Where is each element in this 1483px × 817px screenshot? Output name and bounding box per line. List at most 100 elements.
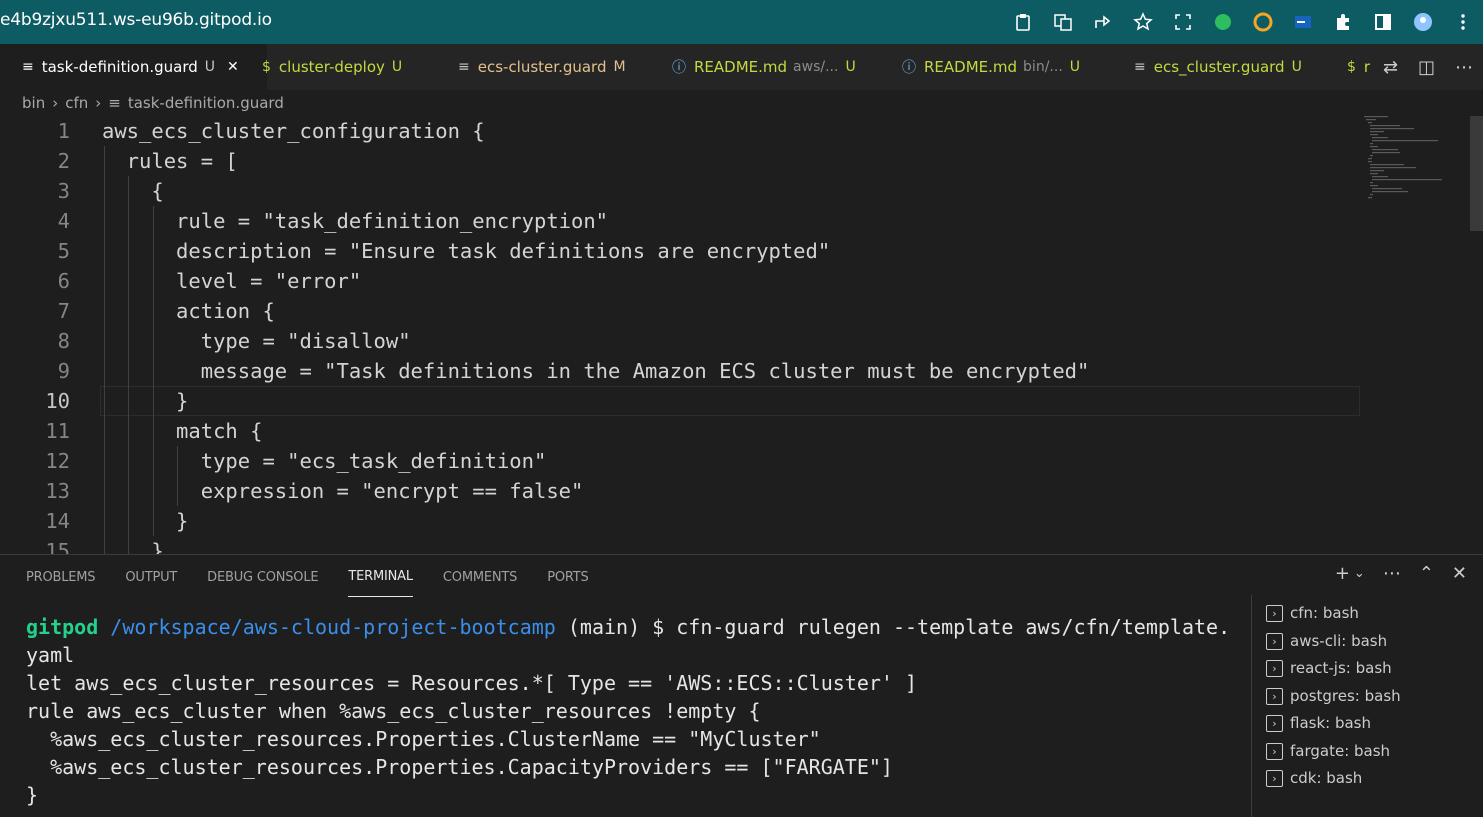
git-status-badge: U <box>845 59 856 75</box>
close-icon[interactable]: ✕ <box>227 59 239 75</box>
more-actions-icon[interactable]: ⋯ <box>1455 57 1473 78</box>
clipboard-icon[interactable] <box>1003 0 1043 44</box>
git-status-badge: M <box>613 59 626 75</box>
tab-label: ecs-cluster.guard <box>477 58 607 76</box>
code-line: 6 level = "error" <box>57 269 362 293</box>
close-panel-icon[interactable]: ✕ <box>1452 563 1467 584</box>
browser-menu-icon[interactable] <box>1443 0 1483 44</box>
terminal-item[interactable]: › aws-cli: bash <box>1266 629 1387 653</box>
prompt-path: /workspace/aws-cloud-project-bootcamp <box>110 615 556 639</box>
side-panel-icon[interactable] <box>1363 0 1403 44</box>
code-line: 4 rule = "task_definition_encryption" <box>57 209 609 233</box>
code-line: 7 action { <box>57 299 275 323</box>
tab-overflow[interactable]: $ r <box>1347 44 1373 90</box>
new-terminal-plus-icon[interactable]: + <box>1335 563 1350 584</box>
tab-cluster-deploy[interactable]: $ cluster-deploy U <box>262 44 432 90</box>
editor-tab-bar: ≡ task-definition.guard U ✕ $ cluster-de… <box>0 44 1483 90</box>
compare-changes-icon[interactable]: ⇄ <box>1383 57 1398 78</box>
file-lines-icon: ≡ <box>1134 59 1146 75</box>
tab-label: task-definition.guard <box>41 58 198 76</box>
terminal-icon: › <box>1266 632 1283 650</box>
chevron-down-icon[interactable]: ⌄ <box>1354 566 1365 581</box>
tab-ecs-cluster-guard-underscore[interactable]: ≡ ecs_cluster.guard U <box>1134 44 1324 90</box>
terminal-line: } <box>26 783 39 807</box>
tab-detail: bin/... <box>1023 59 1063 75</box>
git-status-badge: U <box>1291 59 1302 75</box>
grammarly-icon[interactable] <box>1243 0 1283 44</box>
share-icon[interactable] <box>1083 0 1123 44</box>
tab-output[interactable]: OUTPUT <box>125 555 177 599</box>
breadcrumb: bin › cfn › ≡ task-definition.guard <box>22 94 284 112</box>
chevron-right-icon: › <box>95 94 102 112</box>
more-actions-icon[interactable]: ⋯ <box>1383 563 1401 584</box>
terminal-icon: › <box>1266 659 1283 677</box>
tab-label: cluster-deploy <box>278 58 385 76</box>
tab-task-definition-guard[interactable]: ≡ task-definition.guard U ✕ <box>0 44 267 90</box>
tab-label: README.md <box>924 58 1018 76</box>
maximize-panel-icon[interactable]: ⌃ <box>1419 563 1434 584</box>
code-line: 2 rules = [ <box>57 149 238 173</box>
scrollbar-thumb[interactable] <box>1470 116 1483 231</box>
tab-problems[interactable]: PROBLEMS <box>26 555 96 599</box>
breadcrumb-item[interactable]: cfn <box>65 94 88 112</box>
terminal-item[interactable]: › flask: bash <box>1266 711 1371 735</box>
browser-toolbar: e4b9zjxu511.ws-eu96b.gitpod.io <box>0 0 1483 44</box>
terminal-extension-icon[interactable] <box>1283 0 1323 44</box>
code-editor[interactable]: 1 aws_ecs_cluster_configuration { 2 rules… <box>0 116 1470 554</box>
code-line: 1 aws_ecs_cluster_configuration { <box>57 119 485 143</box>
extensions-puzzle-icon[interactable] <box>1323 0 1363 44</box>
prompt-user: gitpod <box>26 615 99 639</box>
terminal-line: yaml <box>26 643 75 667</box>
git-status-badge: U <box>204 59 215 75</box>
profile-avatar-icon[interactable] <box>1403 0 1443 44</box>
terminal-line: %aws_ecs_cluster_resources.Properties.Ca… <box>26 755 893 779</box>
code-line: 3 { <box>57 179 164 203</box>
terminal-item[interactable]: › fargate: bash <box>1266 739 1390 763</box>
tab-comments[interactable]: COMMENTS <box>443 555 517 599</box>
editor-scrollbar[interactable] <box>1470 116 1483 554</box>
terminal-item[interactable]: › postgres: bash <box>1266 684 1401 708</box>
code-line: 11 match { <box>45 419 263 443</box>
breadcrumb-item[interactable]: bin <box>22 94 45 112</box>
tab-label: r <box>1363 58 1371 76</box>
tab-readme-bin[interactable]: ⓘ README.md bin/... U <box>902 44 1112 90</box>
code-line-current: 10 } <box>45 389 189 413</box>
terminal-icon: › <box>1266 604 1283 622</box>
bottom-panel: PROBLEMS OUTPUT DEBUG CONSOLE TERMINAL C… <box>0 554 1483 817</box>
tab-terminal[interactable]: TERMINAL <box>348 552 413 597</box>
info-icon: ⓘ <box>902 60 916 76</box>
split-editor-icon[interactable]: ◫ <box>1418 57 1435 78</box>
tab-readme-aws[interactable]: ⓘ README.md aws/... U <box>672 44 882 90</box>
terminal-item[interactable]: › cdk: bash <box>1266 766 1362 790</box>
evernote-icon[interactable] <box>1203 0 1243 44</box>
git-status-badge: U <box>1069 59 1081 75</box>
tab-ecs-cluster-guard[interactable]: ≡ ecs-cluster.guard M <box>458 44 653 90</box>
shell-dollar-icon: $ <box>1347 59 1356 75</box>
file-lines-icon: ≡ <box>108 94 121 112</box>
minimap[interactable] <box>1362 116 1457 216</box>
terminal-line: rule aws_ecs_cluster when %aws_ecs_clust… <box>26 699 761 723</box>
code-line: 14 } <box>45 509 189 533</box>
tab-ports[interactable]: PORTS <box>547 555 589 599</box>
terminal-item[interactable]: › cfn: bash <box>1266 601 1359 625</box>
breadcrumb-file[interactable]: task-definition.guard <box>128 94 284 112</box>
tab-debug-console[interactable]: DEBUG CONSOLE <box>207 555 318 599</box>
tab-detail: aws/... <box>793 59 839 75</box>
bookmark-star-icon[interactable] <box>1123 0 1163 44</box>
terminal-line: let aws_ecs_cluster_resources = Resource… <box>26 671 918 695</box>
translate-icon[interactable] <box>1043 0 1083 44</box>
terminal-line: %aws_ecs_cluster_resources.Properties.Cl… <box>26 727 821 751</box>
code-line: 8 type = "disallow" <box>57 329 411 353</box>
shell-dollar-icon: $ <box>262 59 271 75</box>
code-line: 5 description = "Ensure task definitions… <box>57 239 831 263</box>
terminal-item[interactable]: › react-js: bash <box>1266 656 1392 680</box>
chevron-right-icon: › <box>52 94 59 112</box>
tab-label: ecs_cluster.guard <box>1153 58 1285 76</box>
terminal-output[interactable]: gitpod /workspace/aws-cloud-project-boot… <box>26 613 1241 809</box>
terminal-icon: › <box>1266 687 1283 705</box>
address-bar[interactable]: e4b9zjxu511.ws-eu96b.gitpod.io <box>0 10 272 30</box>
prompt-command: (main) $ cfn-guard rulegen --template aw… <box>555 615 1231 639</box>
terminal-icon: › <box>1266 742 1283 760</box>
git-status-badge: U <box>391 59 403 75</box>
screenshot-icon[interactable] <box>1163 0 1203 44</box>
